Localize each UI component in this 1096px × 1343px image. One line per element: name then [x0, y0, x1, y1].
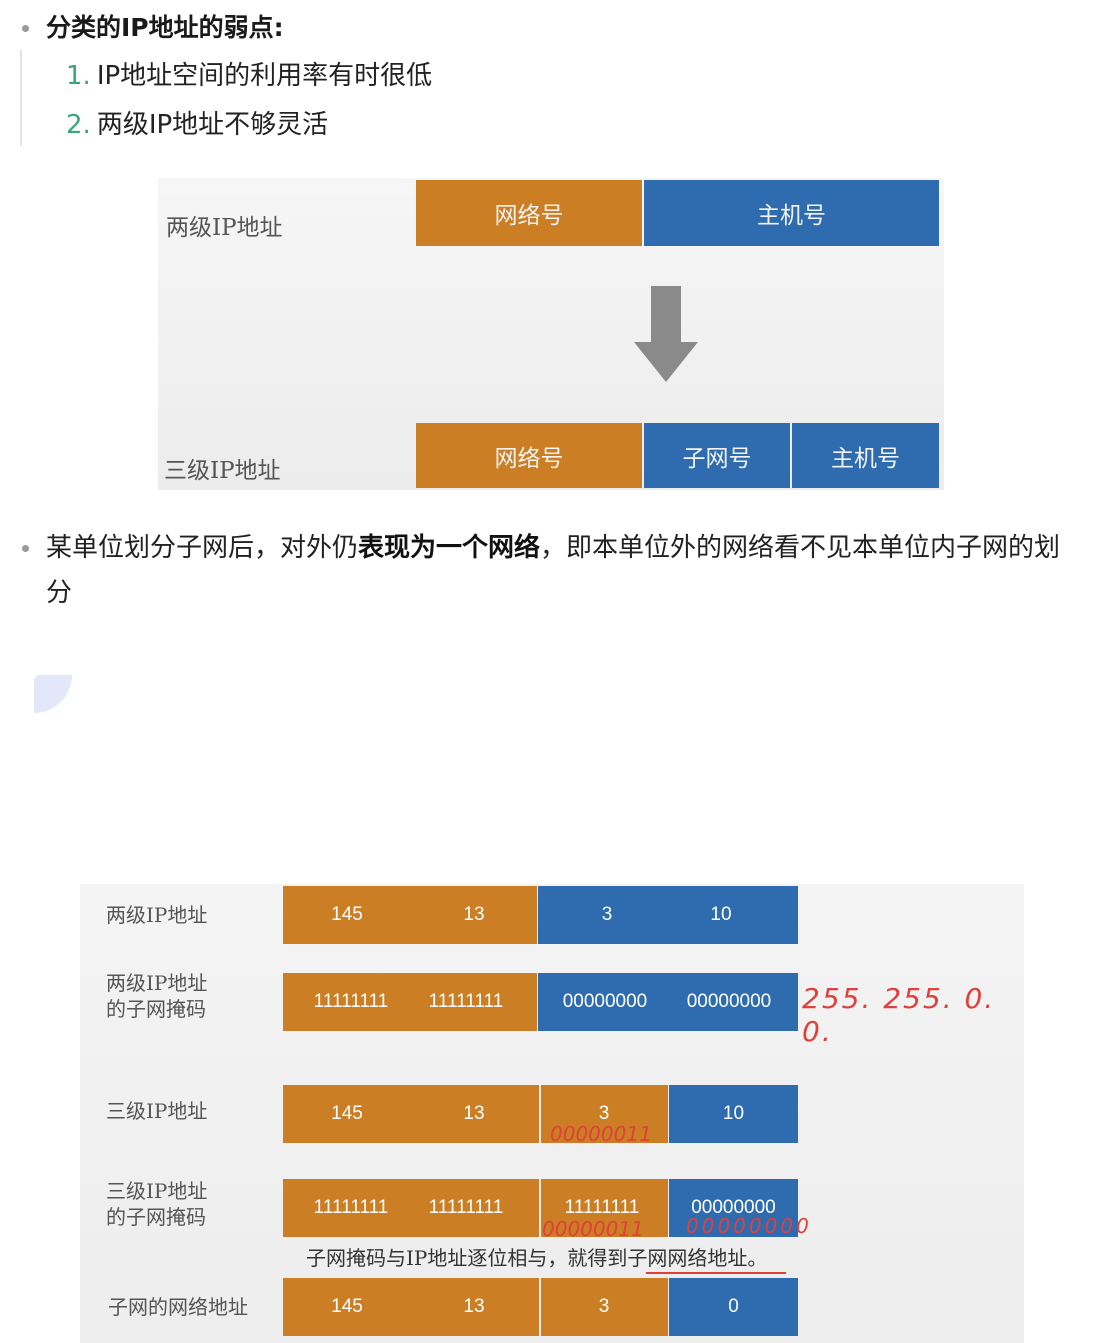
two-level-label: 两级IP地址	[166, 215, 283, 241]
octet-value: 145	[331, 1103, 363, 1124]
octet-value: 0	[728, 1296, 739, 1317]
bullet-icon	[22, 25, 29, 32]
subnet-mask-figure: 两级IP地址 145 13 3 10 两级IP地址 的子网掩码 11111111 …	[80, 884, 1024, 1343]
handwritten-zero-octet: 00000000	[686, 1214, 812, 1238]
list-item: 1. IP地址空间的利用率有时很低	[66, 55, 432, 92]
row-label: 两级IP地址 的子网掩码	[106, 970, 207, 1022]
octet-value: 13	[463, 1296, 485, 1317]
decorative-shape	[34, 675, 72, 713]
octet-value: 11111111	[313, 991, 389, 1012]
list-item-text: 两级IP地址不够灵活	[96, 110, 329, 140]
row-label-line: 两级IP地址	[106, 971, 208, 995]
host-number-segment: 主机号	[644, 180, 939, 246]
list-item-number: 2.	[66, 110, 91, 140]
two-vs-three-level-figure: 两级IP地址 网络号 主机号 三级IP地址 网络号 子网号 主机号	[158, 178, 944, 490]
octet-value: 11111111	[428, 991, 504, 1012]
octet-value: 3	[598, 1296, 610, 1317]
subnet-number-segment: 子网号	[644, 423, 790, 488]
octet-value: 11111111	[313, 1197, 389, 1218]
para-bold: 表现为一个网络	[358, 533, 541, 563]
octet-value: 11111111	[428, 1197, 504, 1218]
row-label-line: 三级IP地址	[106, 1179, 208, 1203]
network-number-segment: 网络号	[416, 423, 642, 488]
three-level-label: 三级IP地址	[164, 458, 281, 484]
handwritten-binary: 00000011	[550, 1122, 652, 1146]
section-title: 分类的IP地址的弱点:	[46, 13, 284, 42]
list-item: 2. 两级IP地址不够灵活	[66, 104, 328, 141]
list-item-number: 1.	[66, 61, 91, 91]
subnet-description: 某单位划分子网后，对外仍表现为一个网络，即本单位外的网络看不见本单位内子网的划分	[46, 526, 1086, 616]
row-label: 两级IP地址	[106, 903, 208, 927]
handwritten-underline	[646, 1272, 786, 1274]
row-label-line: 的子网掩码	[106, 997, 206, 1021]
para-text: 某单位划分子网后，对外仍	[46, 533, 359, 563]
row-label: 子网的网络地址	[108, 1295, 248, 1319]
octet-value: 10	[722, 1103, 745, 1124]
list-item-text: IP地址空间的利用率有时很低	[96, 61, 433, 91]
octet-value: 13	[463, 1103, 485, 1124]
octet-value: 3	[601, 904, 613, 925]
network-number-segment: 网络号	[416, 180, 642, 246]
octet-value: 10	[710, 904, 732, 925]
octet-value: 00000000	[562, 991, 648, 1012]
octet-value: 145	[331, 1296, 363, 1317]
octet-value: 145	[331, 904, 363, 925]
row-label: 三级IP地址 的子网掩码	[106, 1178, 207, 1230]
octet-value: 00000000	[686, 991, 772, 1012]
handwritten-mask-decimal: 255. 255. 0. 0.	[802, 982, 996, 1048]
host-number-segment: 主机号	[792, 423, 939, 488]
bullet-icon	[22, 545, 29, 552]
row-label: 三级IP地址	[106, 1099, 208, 1123]
down-arrow-icon	[634, 286, 698, 382]
row-label-line: 的子网掩码	[106, 1205, 206, 1229]
octet-value: 13	[463, 904, 485, 925]
cell-divider	[539, 1179, 541, 1237]
figure-caption: 子网掩码与IP地址逐位相与，就得到子网网络地址。	[306, 1246, 768, 1270]
handwritten-binary-and: 00000011	[542, 1217, 644, 1241]
list-indent-bar	[20, 50, 22, 146]
